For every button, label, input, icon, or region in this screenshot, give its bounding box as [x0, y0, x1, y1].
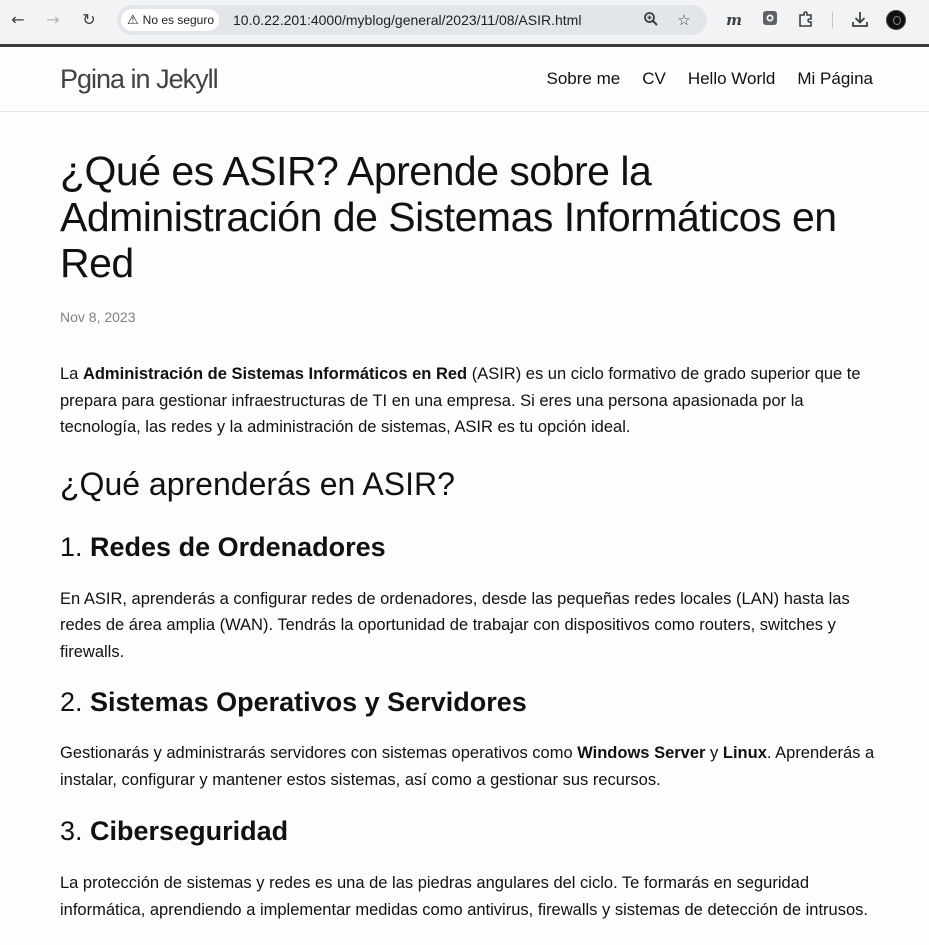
security-label: No es seguro: [142, 13, 215, 27]
reload-icon[interactable]: ↻: [79, 9, 99, 29]
subsection-heading-sistemas: 2. Sistemas Operativos y Servidores: [60, 685, 878, 719]
zoom-icon[interactable]: [642, 11, 660, 29]
browser-toolbar: ← → ↻ ⚠ No es seguro 10.0.22.201:4000/my…: [0, 0, 929, 44]
address-bar[interactable]: ⚠ No es seguro 10.0.22.201:4000/myblog/g…: [117, 5, 707, 35]
extension-m-icon[interactable]: m: [724, 10, 744, 30]
subsection-paragraph-sistemas: Gestionarás y administrarás servidores c…: [60, 740, 878, 793]
site-title-link[interactable]: Pgina in Jekyll: [60, 64, 219, 95]
toolbar-divider: [832, 12, 833, 28]
profile-avatar[interactable]: [886, 10, 906, 30]
paragraph-text: Gestionarás y administrarás servidores c…: [60, 744, 578, 762]
subsection-paragraph-ciberseguridad: La protección de sistemas y redes es una…: [60, 874, 868, 919]
nav-link-hello-world[interactable]: Hello World: [688, 69, 776, 89]
nav-link-mi-pagina[interactable]: Mi Página: [797, 69, 873, 89]
post-article: ¿Qué es ASIR? Aprende sobre la Administr…: [60, 148, 878, 923]
url-text[interactable]: 10.0.22.201:4000/myblog/general/2023/11/…: [233, 12, 581, 28]
subsection-number: 1.: [60, 531, 91, 562]
subsection-title: Ciberseguridad: [90, 816, 289, 846]
warning-icon: ⚠: [127, 12, 139, 28]
extensions-puzzle-icon[interactable]: [796, 10, 816, 30]
subsection-paragraph-redes: En ASIR, aprenderás a configurar redes d…: [60, 589, 850, 661]
subsection-number: 3.: [60, 816, 91, 846]
bold-term-linux: Linux: [722, 744, 767, 762]
subsection-number: 2.: [60, 687, 91, 717]
site-nav: Sobre me CV Hello World Mi Página: [547, 69, 874, 89]
subsection-title: Sistemas Operativos y Servidores: [90, 687, 527, 717]
intro-paragraph: La Administración de Sistemas Informátic…: [60, 361, 878, 441]
site-header: Pgina in Jekyll Sobre me CV Hello World …: [0, 47, 929, 112]
forward-arrow-icon[interactable]: →: [43, 9, 63, 29]
bookmark-star-icon[interactable]: ☆: [675, 11, 693, 29]
post-date: Nov 8, 2023: [60, 309, 136, 325]
nav-link-cv[interactable]: CV: [642, 69, 666, 89]
paragraph-text: y: [705, 744, 723, 762]
back-arrow-icon[interactable]: ←: [8, 9, 28, 29]
section-heading: ¿Qué aprenderás en ASIR?: [60, 465, 455, 502]
bold-term-windows-server: Windows Server: [577, 744, 706, 762]
extension-camera-icon[interactable]: [760, 10, 780, 30]
subsection-heading-ciberseguridad: 3. Ciberseguridad: [60, 814, 878, 848]
nav-link-sobre-me[interactable]: Sobre me: [547, 69, 621, 89]
intro-bold-term: Administración de Sistemas Informáticos …: [82, 365, 468, 383]
security-chip[interactable]: ⚠ No es seguro: [121, 9, 219, 31]
download-icon[interactable]: [850, 10, 870, 30]
post-title: ¿Qué es ASIR? Aprende sobre la Administr…: [60, 148, 837, 286]
subsection-title: Redes de Ordenadores: [90, 531, 386, 562]
subsection-heading-redes: 1. Redes de Ordenadores: [60, 530, 878, 564]
intro-text-start: La: [60, 365, 83, 383]
